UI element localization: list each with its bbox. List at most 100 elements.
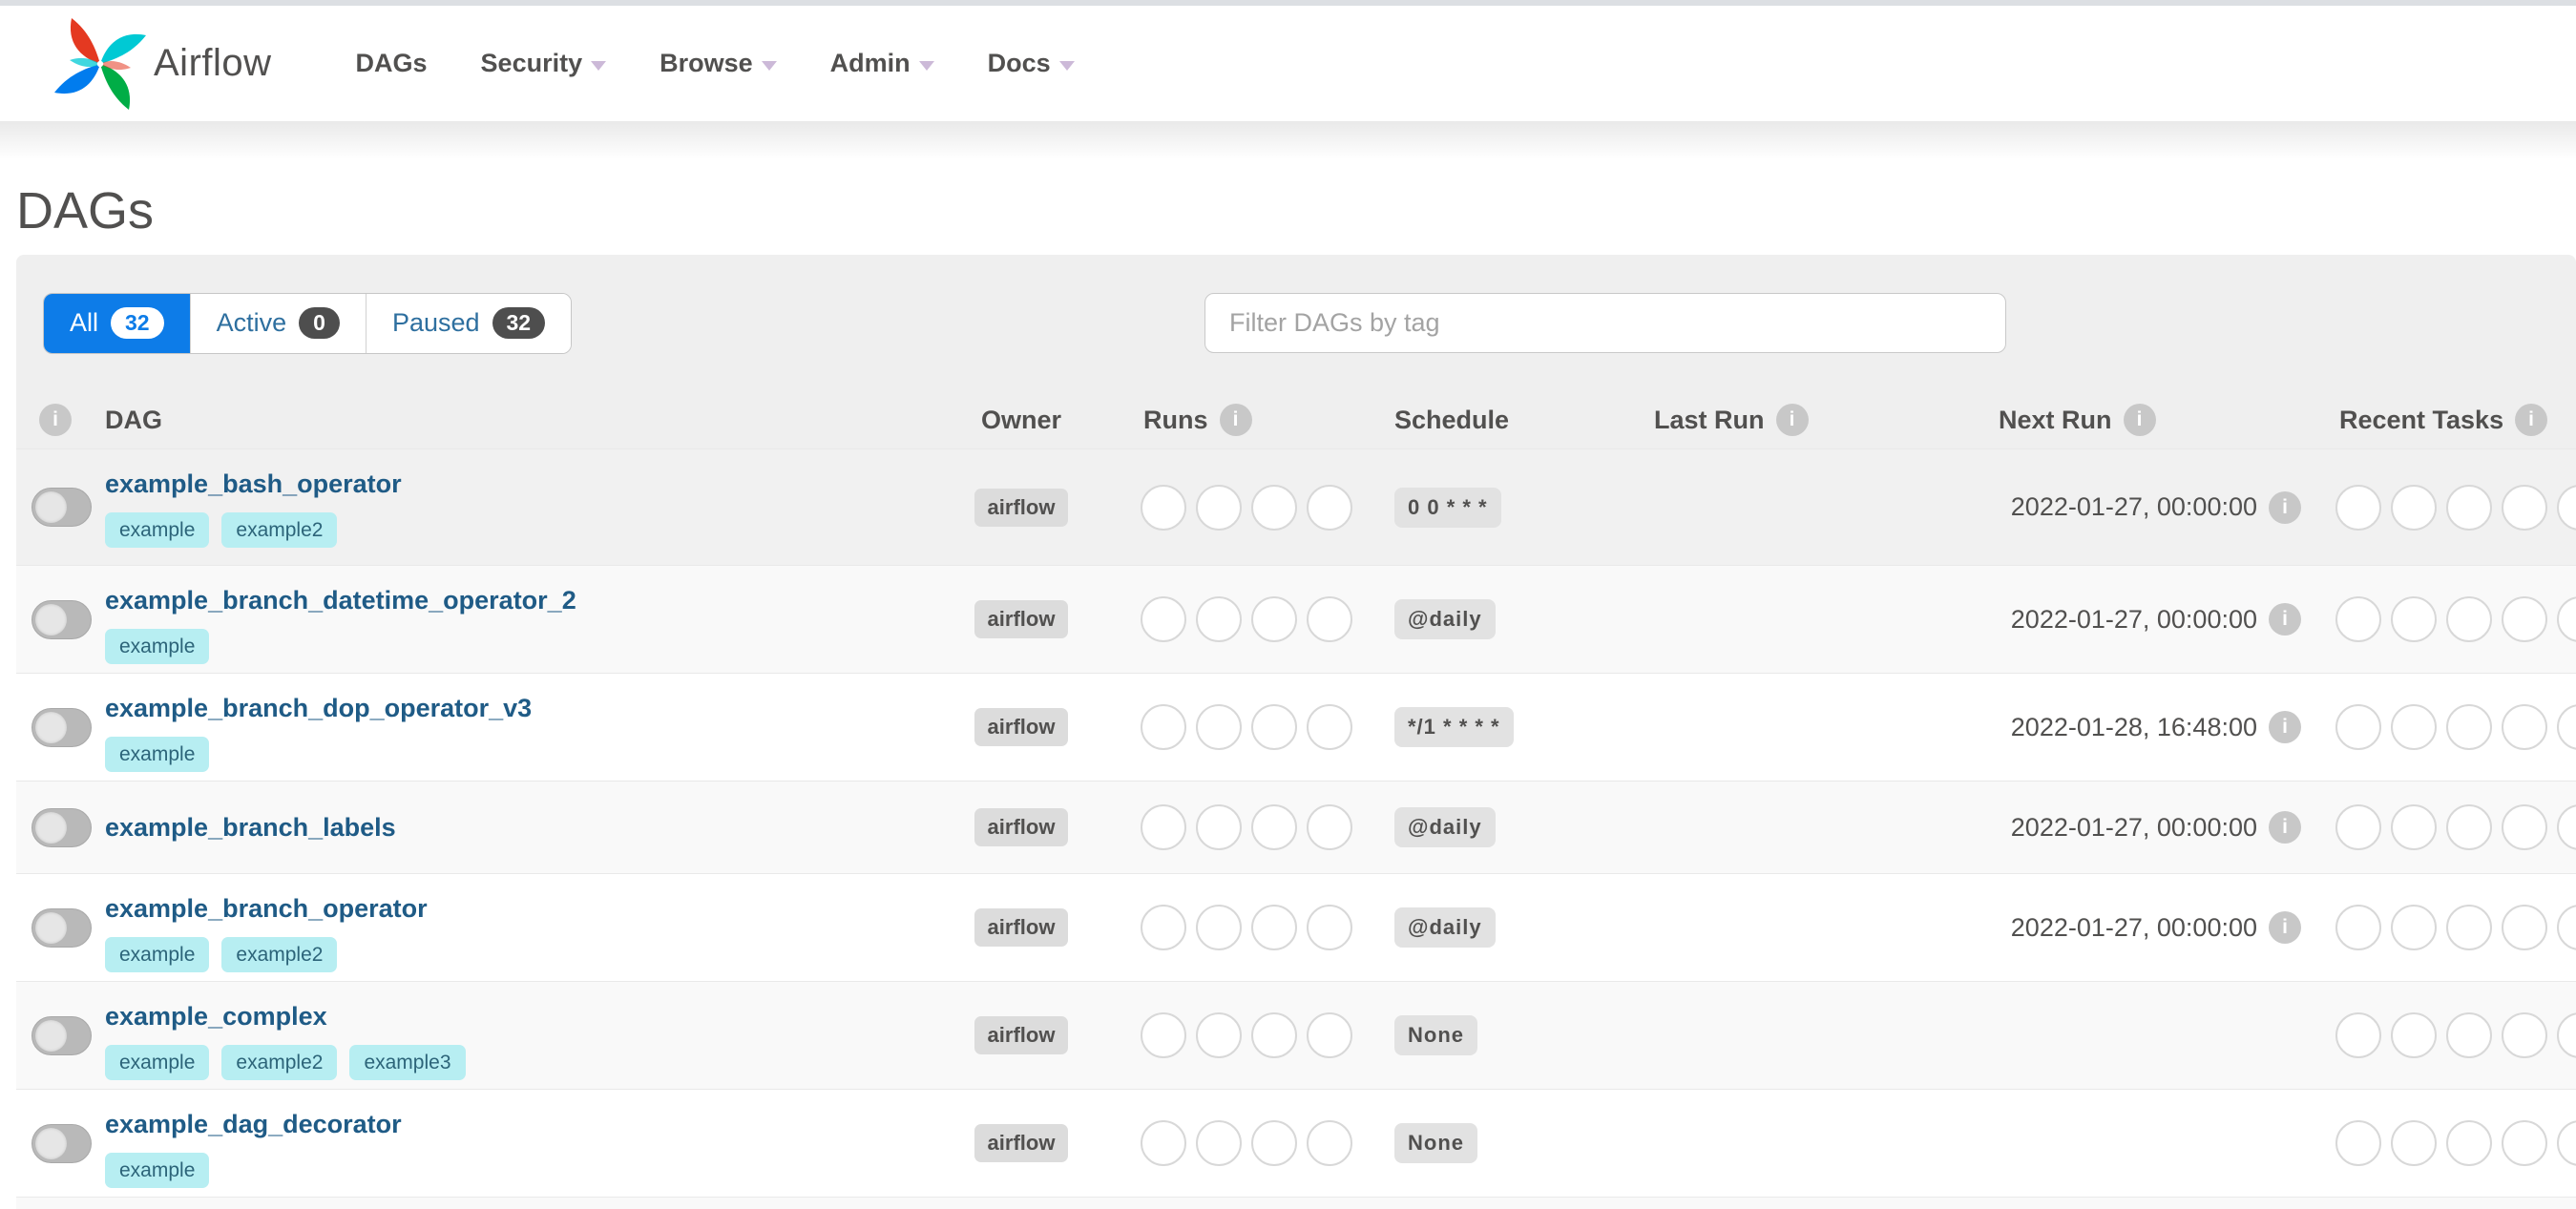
dag-tag[interactable]: example — [105, 737, 210, 772]
recent-task-circle[interactable] — [2557, 804, 2576, 850]
run-status-circle[interactable] — [1307, 484, 1352, 531]
recent-task-circle[interactable] — [2391, 1120, 2437, 1166]
recent-task-circle[interactable] — [2391, 484, 2437, 531]
run-status-circle[interactable] — [1141, 484, 1186, 531]
recent-task-circle[interactable] — [2557, 484, 2576, 531]
recent-task-circle[interactable] — [2335, 1012, 2381, 1058]
run-status-circle[interactable] — [1307, 804, 1352, 850]
recent-task-circle[interactable] — [2557, 1120, 2576, 1166]
run-status-circle[interactable] — [1307, 596, 1352, 642]
dag-tag[interactable]: example3 — [349, 1045, 466, 1080]
airflow-logo[interactable]: Airflow — [52, 16, 272, 112]
run-status-circle[interactable] — [1141, 905, 1186, 950]
recent-task-circle[interactable] — [2335, 596, 2381, 642]
recent-task-circle[interactable] — [2557, 596, 2576, 642]
recent-task-circle[interactable] — [2446, 596, 2492, 642]
recent-task-circle[interactable] — [2502, 596, 2547, 642]
run-status-circle[interactable] — [1196, 1120, 1242, 1166]
run-status-circle[interactable] — [1141, 804, 1186, 850]
run-status-circle[interactable] — [1196, 484, 1242, 531]
pause-toggle[interactable] — [31, 488, 92, 527]
dag-tag[interactable]: example — [105, 512, 210, 548]
recent-task-circle[interactable] — [2446, 1120, 2492, 1166]
nav-item-docs[interactable]: Docs — [988, 49, 1075, 78]
nav-item-admin[interactable]: Admin — [830, 49, 934, 78]
run-status-circle[interactable] — [1251, 484, 1297, 531]
dag-link[interactable]: example_branch_datetime_operator_2 — [105, 585, 576, 615]
dag-link[interactable]: example_complex — [105, 1001, 327, 1032]
recent-task-circle[interactable] — [2335, 484, 2381, 531]
pause-toggle[interactable] — [31, 1015, 92, 1055]
column-header-dag[interactable]: DAG — [100, 391, 954, 448]
recent-task-circle[interactable] — [2502, 1012, 2547, 1058]
run-status-circle[interactable] — [1196, 596, 1242, 642]
run-status-circle[interactable] — [1196, 905, 1242, 950]
recent-task-circle[interactable] — [2557, 905, 2576, 950]
recent-task-circle[interactable] — [2502, 484, 2547, 531]
recent-task-circle[interactable] — [2446, 704, 2492, 750]
run-status-circle[interactable] — [1141, 1120, 1186, 1166]
dag-link[interactable]: example_dag_decorator — [105, 1109, 402, 1139]
dag-link[interactable]: example_branch_operator — [105, 893, 428, 924]
dag-tag[interactable]: example — [105, 937, 210, 972]
recent-task-circle[interactable] — [2335, 804, 2381, 850]
recent-task-circle[interactable] — [2502, 1120, 2547, 1166]
run-status-circle[interactable] — [1251, 704, 1297, 750]
tab-all[interactable]: All 32 — [44, 293, 190, 353]
tab-active[interactable]: Active 0 — [189, 293, 366, 353]
pause-toggle[interactable] — [31, 599, 92, 639]
run-status-circle[interactable] — [1141, 1012, 1186, 1058]
recent-task-circle[interactable] — [2391, 704, 2437, 750]
recent-task-circle[interactable] — [2446, 484, 2492, 531]
pause-toggle[interactable] — [31, 1123, 92, 1163]
dag-link[interactable]: example_branch_dop_operator_v3 — [105, 693, 532, 723]
pause-toggle[interactable] — [31, 907, 92, 948]
recent-task-circle[interactable] — [2557, 704, 2576, 750]
recent-task-circle[interactable] — [2502, 804, 2547, 850]
run-status-circle[interactable] — [1251, 1012, 1297, 1058]
column-header-owner[interactable]: Owner — [954, 391, 1088, 448]
run-status-circle[interactable] — [1196, 1012, 1242, 1058]
run-status-circle[interactable] — [1251, 905, 1297, 950]
dag-tag[interactable]: example — [105, 1045, 210, 1080]
recent-task-circle[interactable] — [2335, 905, 2381, 950]
nav-item-dags[interactable]: DAGs — [356, 49, 428, 78]
run-status-circle[interactable] — [1307, 905, 1352, 950]
run-status-circle[interactable] — [1141, 596, 1186, 642]
recent-task-circle[interactable] — [2335, 704, 2381, 750]
dag-link[interactable]: example_bash_operator — [105, 469, 402, 499]
column-header-schedule[interactable]: Schedule — [1374, 391, 1623, 448]
run-status-circle[interactable] — [1251, 596, 1297, 642]
recent-task-circle[interactable] — [2335, 1120, 2381, 1166]
recent-task-circle[interactable] — [2446, 1012, 2492, 1058]
recent-task-circle[interactable] — [2391, 804, 2437, 850]
nav-item-security[interactable]: Security — [481, 49, 607, 78]
recent-task-circle[interactable] — [2391, 905, 2437, 950]
pause-toggle[interactable] — [31, 707, 92, 747]
recent-task-circle[interactable] — [2557, 1012, 2576, 1058]
dag-tag[interactable]: example2 — [221, 512, 338, 548]
run-status-circle[interactable] — [1196, 704, 1242, 750]
recent-task-circle[interactable] — [2446, 804, 2492, 850]
run-status-circle[interactable] — [1196, 804, 1242, 850]
run-status-circle[interactable] — [1251, 1120, 1297, 1166]
run-status-circle[interactable] — [1141, 704, 1186, 750]
run-status-circle[interactable] — [1307, 1120, 1352, 1166]
dag-link[interactable]: example_branch_labels — [105, 812, 396, 843]
dag-tag[interactable]: example — [105, 1153, 210, 1188]
dag-tag[interactable]: example2 — [221, 1045, 338, 1080]
run-status-circle[interactable] — [1307, 704, 1352, 750]
pause-toggle[interactable] — [31, 807, 92, 847]
dag-tag[interactable]: example2 — [221, 937, 338, 972]
run-status-circle[interactable] — [1307, 1012, 1352, 1058]
dag-tag[interactable]: example — [105, 629, 210, 664]
filter-dags-by-tag-input[interactable] — [1204, 293, 2006, 353]
run-status-circle[interactable] — [1251, 804, 1297, 850]
recent-task-circle[interactable] — [2391, 596, 2437, 642]
recent-task-circle[interactable] — [2391, 1012, 2437, 1058]
recent-task-circle[interactable] — [2446, 905, 2492, 950]
tab-paused[interactable]: Paused 32 — [365, 293, 572, 353]
recent-task-circle[interactable] — [2502, 704, 2547, 750]
recent-task-circle[interactable] — [2502, 905, 2547, 950]
nav-item-browse[interactable]: Browse — [660, 49, 777, 78]
